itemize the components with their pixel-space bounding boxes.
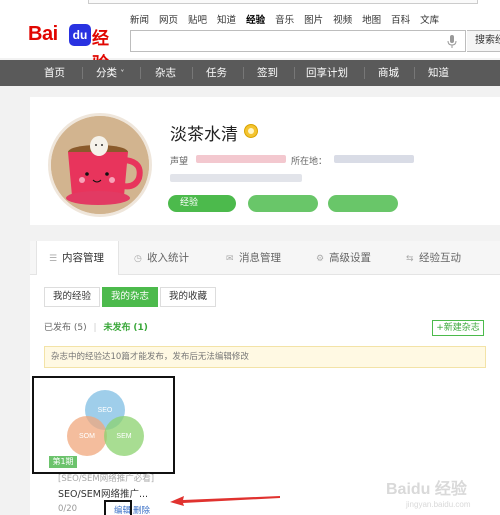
experience-pill-label: 经验 <box>180 198 199 208</box>
navbar-category-label: 分类 <box>96 67 117 79</box>
tab-income-stats[interactable]: ◷ 收入统计 <box>134 241 224 275</box>
watermark-brand: Baidu 经验 <box>386 479 468 498</box>
nav-tieba[interactable]: 贴吧 <box>188 12 207 26</box>
experience-pill[interactable]: 经验 <box>168 195 236 212</box>
subtab-my-magazine[interactable]: 我的杂志 <box>102 287 158 307</box>
magazine-cover-venn[interactable]: SEO SOM SEM <box>40 380 166 468</box>
venn-label-seo: SEO <box>98 407 113 414</box>
magazine-tag: [SEO/SEM网络推广必看] <box>58 474 155 484</box>
navbar-divider <box>82 67 83 79</box>
mail-icon: ✉ <box>226 254 234 264</box>
subtab-my-favorites[interactable]: 我的收藏 <box>160 287 216 307</box>
baidu-jingyan-logo[interactable]: Bai du 经验 <box>28 22 124 74</box>
tab-label: 高级设置 <box>329 252 371 264</box>
tab-label: 收入统计 <box>147 252 189 264</box>
chevron-down-icon: ˅ <box>120 69 125 78</box>
navbar-divider <box>192 67 193 79</box>
nav-music[interactable]: 音乐 <box>275 12 294 26</box>
unpublished-label[interactable]: 未发布 <box>103 323 130 333</box>
paw-icon: du <box>69 24 91 46</box>
navbar-zhidao[interactable]: 知道 <box>428 60 449 86</box>
navbar-tasks[interactable]: 任务 <box>206 60 227 86</box>
logo-bai-text: Bai <box>28 23 58 45</box>
exchange-icon: ⇆ <box>406 254 414 264</box>
reputation-value-redacted <box>196 155 286 163</box>
navbar-divider <box>243 67 244 79</box>
profile-pill[interactable] <box>248 195 318 212</box>
microphone-icon[interactable] <box>446 35 458 48</box>
nav-zhidao[interactable]: 知道 <box>217 12 236 26</box>
tab-label: 消息管理 <box>239 252 281 264</box>
navbar-divider <box>294 67 295 79</box>
clock-icon: ◷ <box>134 254 142 264</box>
nav-images[interactable]: 图片 <box>304 12 323 26</box>
location-label: 所在地： <box>291 157 328 167</box>
medal-icon <box>244 124 258 138</box>
issue-badge: 第1期 <box>49 456 77 468</box>
status-divider: | <box>93 323 97 333</box>
navbar-divider <box>140 67 141 79</box>
profile-stats-redacted <box>170 174 302 182</box>
delete-link[interactable]: 删除 <box>133 504 150 515</box>
baidu-jingyan-watermark: Baidu 经验 jingyan.baidu.com <box>386 479 471 509</box>
nav-jingyan[interactable]: 经验 <box>246 12 265 26</box>
location-value-redacted <box>334 155 414 163</box>
search-button[interactable]: 搜索经 <box>467 30 500 52</box>
tab-content-management[interactable]: ☰ 内容管理 <box>36 241 119 275</box>
tab-message-management[interactable]: ✉ 消息管理 <box>226 241 316 275</box>
nav-map[interactable]: 地图 <box>362 12 381 26</box>
nav-video[interactable]: 视频 <box>333 12 352 26</box>
search-input[interactable] <box>130 30 466 52</box>
profile-pill[interactable] <box>328 195 398 212</box>
notice-banner: 杂志中的经验达10篇才能发布，发布后无法编辑修改 <box>44 346 486 368</box>
navbar-magazine[interactable]: 杂志 <box>155 60 176 86</box>
navbar-divider <box>364 67 365 79</box>
magazine-count: 0/20 <box>58 504 78 514</box>
gear-icon: ⚙ <box>316 254 325 264</box>
reputation-label: 声望 <box>170 157 189 167</box>
navbar-category[interactable]: 分类 ˅ <box>96 60 124 86</box>
nav-news[interactable]: 新闻 <box>130 12 149 26</box>
product-nav: 新闻 网页 贴吧 知道 经验 音乐 图片 视频 地图 百科 文库 <box>130 12 439 26</box>
nav-baike[interactable]: 百科 <box>391 12 410 26</box>
subtab-my-experience[interactable]: 我的经验 <box>44 287 100 307</box>
magazine-title[interactable]: SEO/SEM网络推广... <box>58 486 148 500</box>
avatar-cup-image <box>51 116 149 214</box>
new-magazine-button[interactable]: +新建杂志 <box>432 320 484 336</box>
unpublished-count: (1) <box>133 323 148 333</box>
navbar-home[interactable]: 首页 <box>44 60 65 86</box>
nav-wenku[interactable]: 文库 <box>420 12 439 26</box>
navbar-mall[interactable]: 商城 <box>378 60 399 86</box>
published-count: (5) <box>73 323 87 333</box>
publish-status: 已发布 (5) | 未发布 (1) <box>44 320 148 333</box>
watermark-url: jingyan.baidu.com <box>405 500 471 509</box>
tab-experience-interaction[interactable]: ⇆ 经验互动 <box>406 241 496 275</box>
tab-advanced-settings[interactable]: ⚙ 高级设置 <box>316 241 406 275</box>
published-label[interactable]: 已发布 <box>44 323 71 333</box>
navbar-share-plan[interactable]: 回享计划 <box>306 60 348 86</box>
edit-highlight-box <box>104 500 132 515</box>
navbar-divider <box>414 67 415 79</box>
navbar-checkin[interactable]: 签到 <box>257 60 278 86</box>
username: 淡茶水清 <box>170 125 238 145</box>
tab-label: 经验互动 <box>419 252 461 264</box>
main-navbar: 首页 分类 ˅ 杂志 任务 签到 回享计划 商城 知道 <box>0 60 500 86</box>
venn-label-som: SOM <box>79 433 95 440</box>
nav-web[interactable]: 网页 <box>159 12 178 26</box>
venn-label-sem: SEM <box>116 433 131 440</box>
tab-label: 内容管理 <box>62 252 104 264</box>
red-arrow-annotation <box>170 496 280 506</box>
browser-strip <box>88 0 478 4</box>
avatar[interactable] <box>48 113 152 217</box>
list-icon: ☰ <box>49 254 58 264</box>
